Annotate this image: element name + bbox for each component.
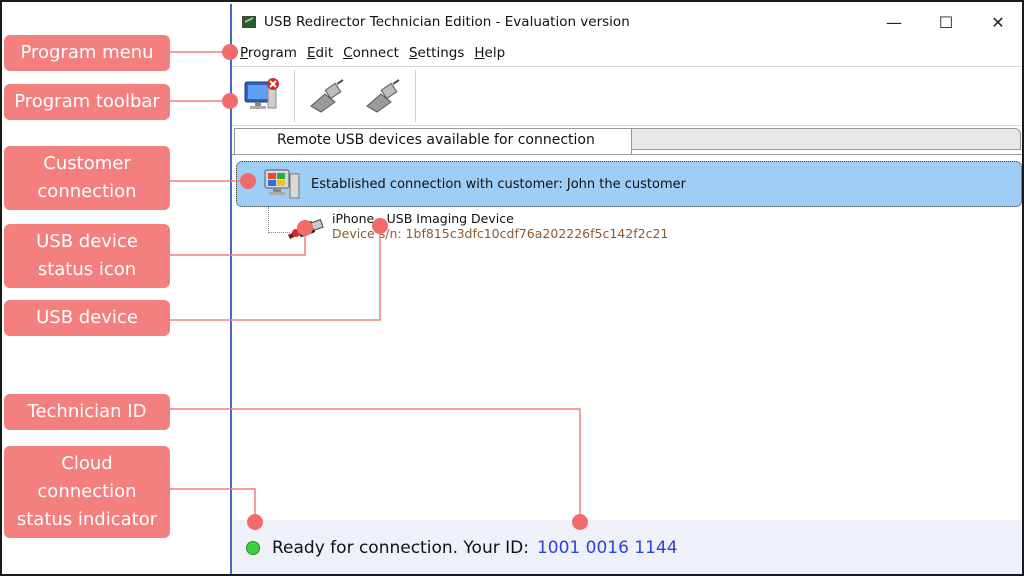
annotated-screenshot: USB Redirector Technician Edition - Eval… <box>0 0 1024 576</box>
callout-technician-id: Technician ID <box>4 394 170 430</box>
marker-usb-status-icon <box>297 220 313 236</box>
callout-text: USB device <box>36 307 138 328</box>
menu-settings[interactable]: Settings <box>407 45 472 61</box>
usb-device-row[interactable]: iPhone - USB Imaging Device Device s/n: … <box>272 209 668 249</box>
toolbar-separator <box>294 70 295 122</box>
customer-connection-row[interactable]: Established connection with customer: Jo… <box>236 161 1022 207</box>
marker-customer-connection <box>240 173 256 189</box>
callout-text: Cloud <box>61 453 113 474</box>
status-bar: Ready for connection. Your ID: 1001 0016… <box>232 520 1022 574</box>
menu-help[interactable]: Help <box>472 45 513 61</box>
status-text: Ready for connection. Your ID: <box>272 538 529 558</box>
menu-program[interactable]: Program <box>238 45 305 61</box>
menu-bar: Program Edit Connect Settings Help <box>232 40 1022 66</box>
callout-text: connection <box>37 181 137 202</box>
marker-program-toolbar <box>222 93 238 109</box>
title-bar: USB Redirector Technician Edition - Eval… <box>232 4 1022 40</box>
menu-connect[interactable]: Connect <box>341 45 407 61</box>
disconnect-customer-button[interactable] <box>234 71 290 121</box>
cloud-status-indicator-icon <box>246 541 260 555</box>
tab-remote-devices[interactable]: Remote USB devices available for connect… <box>234 128 632 154</box>
disconnect-usb-icon <box>366 79 400 113</box>
technician-id: 1001 0016 1144 <box>536 538 678 558</box>
disconnect-device-button[interactable] <box>355 71 411 121</box>
connect-usb-icon <box>310 79 344 113</box>
tab-strip: Remote USB devices available for connect… <box>232 126 1022 154</box>
callout-text: USB device <box>36 231 138 252</box>
callout-text: Customer <box>43 153 131 174</box>
app-window: USB Redirector Technician Edition - Eval… <box>230 4 1022 574</box>
customer-connection-label: Established connection with customer: Jo… <box>311 176 686 192</box>
device-list: Established connection with customer: Jo… <box>232 154 1022 516</box>
marker-technician-id <box>572 514 588 530</box>
callout-customer-connection: Customer connection <box>4 146 170 210</box>
marker-program-menu <box>222 44 238 60</box>
customer-computer-icon <box>264 169 300 199</box>
program-toolbar <box>232 66 1022 126</box>
disconnect-computer-icon <box>244 78 279 109</box>
menu-edit[interactable]: Edit <box>305 45 341 61</box>
tab-empty[interactable] <box>627 128 1021 150</box>
callout-text: connection <box>37 481 137 502</box>
close-button[interactable]: ✕ <box>972 4 1022 40</box>
callout-text: Technician ID <box>27 401 147 422</box>
callout-text: status indicator <box>16 509 158 530</box>
callout-text: status icon <box>37 259 137 280</box>
marker-cloud-status <box>247 514 263 530</box>
toolbar-separator <box>415 70 416 122</box>
window-title: USB Redirector Technician Edition - Eval… <box>264 14 630 30</box>
app-icon <box>242 16 256 28</box>
callout-cloud-status: Cloud connection status indicator <box>4 446 170 538</box>
callout-program-toolbar: Program toolbar <box>4 84 170 120</box>
callout-usb-device: USB device <box>4 300 170 336</box>
callout-text: Program toolbar <box>14 91 160 112</box>
connect-device-button[interactable] <box>299 71 355 121</box>
marker-usb-device <box>372 218 388 234</box>
callout-text: Program menu <box>20 42 154 63</box>
minimize-button[interactable]: — <box>868 4 920 40</box>
callout-program-menu: Program menu <box>4 35 170 71</box>
maximize-button[interactable]: ☐ <box>920 4 972 40</box>
callout-usb-status-icon: USB device status icon <box>4 224 170 288</box>
